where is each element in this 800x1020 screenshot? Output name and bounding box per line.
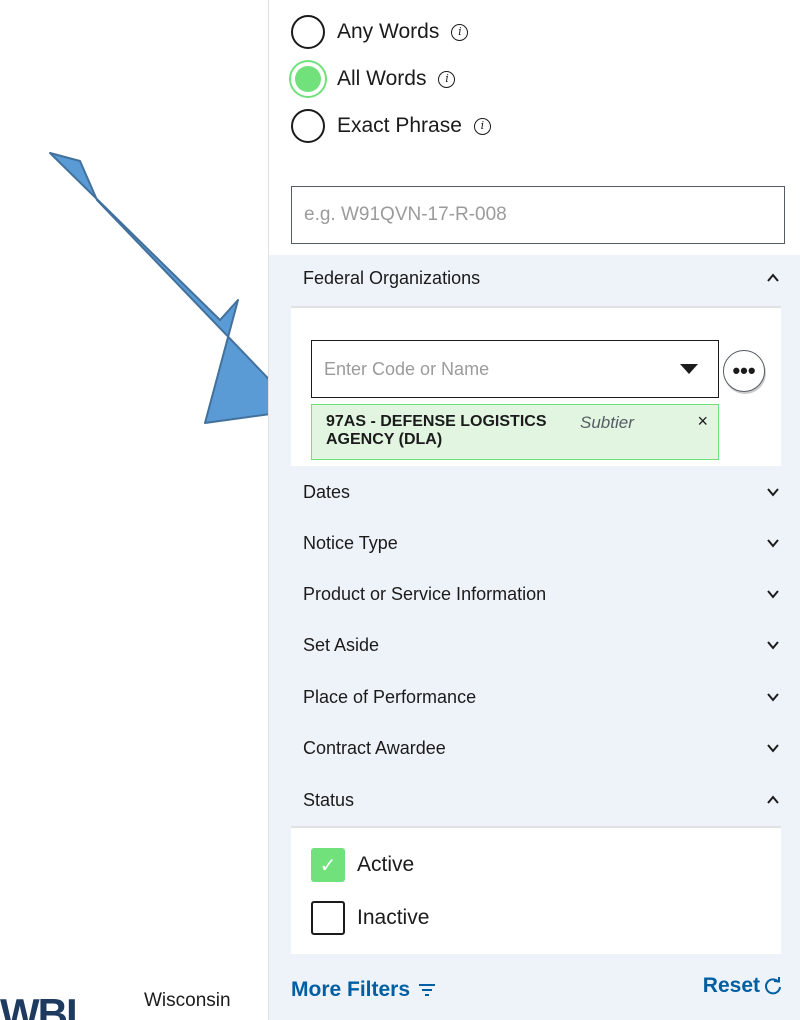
info-icon[interactable]: i xyxy=(473,117,491,135)
radio-all-words[interactable]: All Words i xyxy=(291,62,456,96)
info-icon[interactable]: i xyxy=(451,23,469,41)
radio-label: Any Words xyxy=(337,20,440,43)
status-panel: ✓ Active Inactive xyxy=(291,826,781,954)
accordion-title: Notice Type xyxy=(303,532,398,553)
filter-footer: More Filters Reset xyxy=(269,960,800,1020)
accordion-contract-awardee[interactable]: Contract Awardee xyxy=(269,725,800,771)
chevron-down-icon xyxy=(767,693,779,702)
radio-circle[interactable] xyxy=(291,62,325,96)
accordion-product-service[interactable]: Product or Service Information xyxy=(269,571,800,617)
chevron-up-icon xyxy=(767,273,779,282)
accordion-title: Product or Service Information xyxy=(303,583,547,604)
accordion-dates[interactable]: Dates xyxy=(269,469,800,515)
accordion-title: Place of Performance xyxy=(303,686,477,707)
chevron-down-icon xyxy=(767,590,779,599)
checkbox-label: Active xyxy=(357,853,415,876)
reset-button[interactable]: Reset xyxy=(703,974,783,998)
radio-any-words[interactable]: Any Words i xyxy=(291,15,469,49)
refresh-icon xyxy=(765,977,781,995)
accordion-status[interactable]: Status xyxy=(269,777,800,823)
selected-organization-tag: 97AS - DEFENSE LOGISTICS AGENCY (DLA) Su… xyxy=(311,404,719,460)
organization-combobox[interactable]: Enter Code or Name xyxy=(311,340,719,398)
checkbox-box[interactable] xyxy=(311,901,345,935)
accordion-notice-type[interactable]: Notice Type xyxy=(269,520,800,566)
chevron-down-icon xyxy=(767,744,779,753)
info-icon[interactable]: i xyxy=(438,70,456,88)
filter-panel: Any Words i All Words i Exact Phrase i F… xyxy=(268,0,800,1020)
accordion-title: Federal Organizations xyxy=(303,267,481,288)
radio-circle[interactable] xyxy=(291,15,325,49)
chevron-down-icon xyxy=(767,641,779,650)
remove-tag-icon[interactable]: × xyxy=(697,411,708,432)
tag-type: Subtier xyxy=(580,413,634,432)
filter-icon xyxy=(419,984,436,996)
accordion-title: Contract Awardee xyxy=(303,737,446,758)
radio-label: Exact Phrase xyxy=(337,114,462,137)
accordion-federal-organizations[interactable]: Federal Organizations xyxy=(269,255,800,301)
caret-down-icon[interactable] xyxy=(680,364,698,374)
accordion-place-of-performance[interactable]: Place of Performance xyxy=(269,674,800,720)
logo-mark: WBI xyxy=(0,990,78,1020)
chevron-down-icon xyxy=(767,539,779,548)
chevron-up-icon xyxy=(767,795,779,804)
accordion-title: Dates xyxy=(303,481,351,502)
chevron-down-icon xyxy=(767,488,779,497)
radio-label: All Words xyxy=(337,67,427,90)
accordion-title: Set Aside xyxy=(303,634,380,655)
checkbox-label: Inactive xyxy=(357,906,430,929)
more-options-button[interactable]: ••• xyxy=(723,350,765,392)
checkbox-inactive[interactable]: Inactive xyxy=(311,901,429,935)
combobox-placeholder: Enter Code or Name xyxy=(324,358,490,379)
checkmark-icon[interactable]: ✓ xyxy=(311,848,345,882)
radio-exact-phrase[interactable]: Exact Phrase i xyxy=(291,109,491,143)
more-filters-label: More Filters xyxy=(291,978,411,1001)
federal-organizations-panel: Enter Code or Name ••• 97AS - DEFENSE LO… xyxy=(291,306,781,466)
logo-text: Wisconsin xyxy=(144,990,231,1011)
reset-label: Reset xyxy=(702,974,760,997)
checkbox-active[interactable]: ✓ Active xyxy=(311,848,414,882)
radio-circle[interactable] xyxy=(291,109,325,143)
accordion-set-aside[interactable]: Set Aside xyxy=(269,622,800,668)
tag-name: 97AS - DEFENSE LOGISTICS AGENCY (DLA) xyxy=(326,413,547,448)
accordion-title: Status xyxy=(303,789,355,810)
more-filters-button[interactable]: More Filters xyxy=(291,978,436,1002)
solicitation-number-input[interactable] xyxy=(291,186,785,244)
logo: WBI Wisconsin xyxy=(0,990,260,1020)
